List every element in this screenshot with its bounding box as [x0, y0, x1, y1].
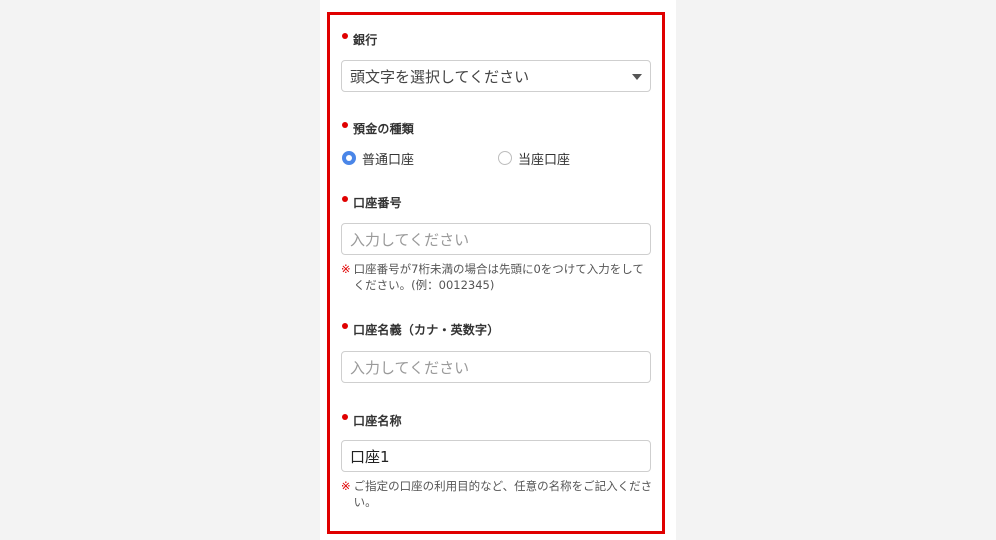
account-nickname-value: 口座1: [350, 447, 390, 466]
account-nickname-note: ※ ご指定の口座の利用目的など、任意の名称をご記入ください。: [341, 478, 653, 510]
deposit-type-label: 預金の種類: [353, 121, 415, 136]
required-dot-icon: [342, 323, 348, 329]
account-number-label: 口座番号: [353, 195, 402, 210]
account-nickname-label: 口座名称: [353, 413, 402, 428]
radio-label-current: 当座口座: [518, 152, 571, 168]
account-holder-input[interactable]: 入力してください: [341, 351, 651, 383]
account-holder-label: 口座名義（カナ・英数字）: [353, 322, 500, 337]
account-number-label-row: 口座番号: [342, 192, 402, 212]
account-holder-placeholder: 入力してください: [350, 358, 470, 377]
radio-option-current[interactable]: 当座口座: [498, 149, 571, 168]
note-mark: ※: [341, 262, 351, 276]
required-dot-icon: [342, 122, 348, 128]
account-nickname-input[interactable]: 口座1: [341, 440, 651, 472]
deposit-type-label-row: 預金の種類: [342, 118, 414, 138]
radio-option-ordinary[interactable]: 普通口座: [342, 149, 415, 168]
note-mark: ※: [341, 479, 351, 493]
account-holder-label-row: 口座名義（カナ・英数字）: [342, 319, 499, 339]
account-nickname-note-text: ご指定の口座の利用目的など、任意の名称をご記入ください。: [353, 479, 653, 509]
page: 銀行 頭文字を選択してください 預金の種類 普通口座 当座口座 口座番号 入力し…: [0, 0, 996, 540]
required-dot-icon: [342, 196, 348, 202]
chevron-down-icon: [632, 74, 642, 80]
account-nickname-label-row: 口座名称: [342, 410, 402, 430]
account-number-note-text: 口座番号が7桁未満の場合は先頭に0をつけて入力をしてください。(例：001234…: [353, 262, 644, 292]
radio-checked-icon[interactable]: [342, 151, 356, 165]
required-dot-icon: [342, 414, 348, 420]
bank-select-placeholder: 頭文字を選択してください: [350, 67, 530, 86]
bank-label-row: 銀行: [342, 29, 377, 49]
radio-unchecked-icon[interactable]: [498, 151, 512, 165]
required-dot-icon: [342, 33, 348, 39]
account-number-placeholder: 入力してください: [350, 230, 470, 249]
account-number-note: ※ 口座番号が7桁未満の場合は先頭に0をつけて入力をしてください。(例：0012…: [341, 261, 653, 293]
account-number-input[interactable]: 入力してください: [341, 223, 651, 255]
radio-label-ordinary: 普通口座: [362, 152, 415, 168]
bank-select[interactable]: 頭文字を選択してください: [341, 60, 651, 92]
bank-label: 銀行: [353, 32, 378, 47]
